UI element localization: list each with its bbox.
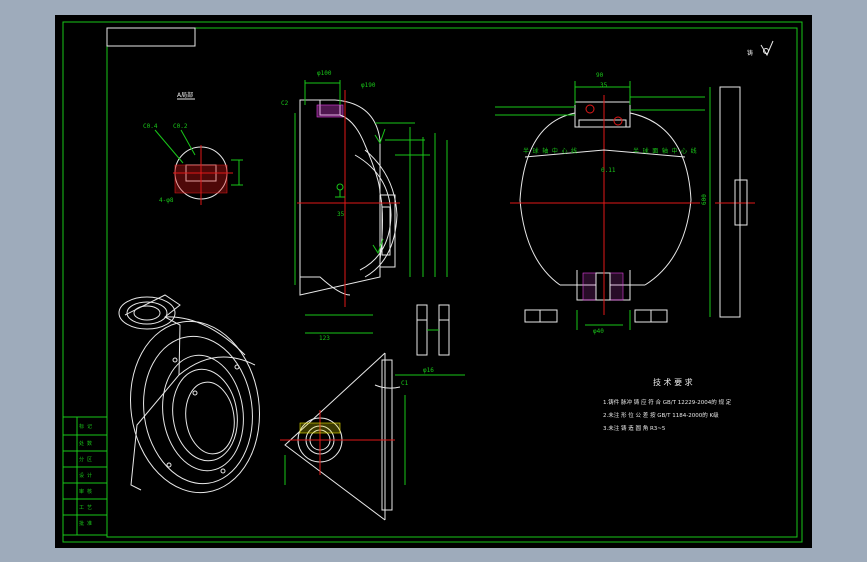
svg-text:设 计: 设 计 <box>79 472 92 479</box>
svg-text:A局部: A局部 <box>177 91 193 99</box>
svg-text:审 核: 审 核 <box>79 488 92 495</box>
svg-text:4-φ8: 4-φ8 <box>159 197 174 204</box>
svg-text:35: 35 <box>337 211 345 218</box>
tech-requirements: 技 术 要 求 1.铸件 脉冲 铸 应 符 合 GB/T 12229-2004的… <box>603 377 732 432</box>
tech-req-item-3: 3.未注 铸 造 圆 角 R3~5 <box>603 424 666 432</box>
svg-text:标 记: 标 记 <box>79 423 92 430</box>
svg-text:0.11: 0.11 <box>601 167 616 174</box>
svg-text:工 艺: 工 艺 <box>79 505 92 511</box>
svg-text:半 球 轴 中 心 线: 半 球 轴 中 心 线 <box>523 147 577 155</box>
svg-text:φ40: φ40 <box>593 328 604 335</box>
section-view: φ100 φ190 35 123 C2 <box>281 70 448 342</box>
side-view-bar: 600 <box>701 86 755 318</box>
svg-text:批 准: 批 准 <box>79 520 92 527</box>
front-view-sphere: 90 35 半 球 轴 中 心 线 半 球 面 轴 中 心 线 0.11 φ40 <box>495 72 705 335</box>
tech-req-item-2: 2.未注 形 位 公 差 按 GB/T 1184-2000的 K级 <box>603 411 719 419</box>
detail-view-a: A局部 C0.4 C0.2 4-φ8 <box>143 91 243 205</box>
tech-req-title: 技 术 要 求 <box>653 377 693 387</box>
top-left-code-box <box>106 27 196 47</box>
section-datum-boxes <box>416 304 450 356</box>
drawing-canvas: 铸 A局部 C0.4 C0.2 4-φ8 φ100 φ190 35 123 C2… <box>62 21 803 543</box>
svg-text:35: 35 <box>600 82 608 89</box>
svg-text:600: 600 <box>701 194 708 205</box>
svg-text:123: 123 <box>319 335 330 342</box>
svg-text:C1: C1 <box>401 380 409 387</box>
isometric-view <box>118 294 260 494</box>
svg-text:C0.4: C0.4 <box>143 123 158 130</box>
svg-text:铸: 铸 <box>747 49 753 57</box>
svg-text:φ190: φ190 <box>361 82 376 89</box>
roughness-symbol: 铸 <box>747 40 774 57</box>
cone-view: C1 φ16 <box>280 352 465 521</box>
svg-text:C2: C2 <box>281 100 289 107</box>
svg-text:φ16: φ16 <box>423 367 434 374</box>
svg-text:分 区: 分 区 <box>79 456 92 463</box>
svg-text:C0.2: C0.2 <box>173 123 188 130</box>
svg-text:半 球 面 轴 中 心 线: 半 球 面 轴 中 心 线 <box>633 147 697 155</box>
tech-req-item-1: 1.铸件 脉冲 铸 应 符 合 GB/T 12229-2004的 规 定 <box>603 398 732 406</box>
title-block: 标 记 处 数 分 区 设 计 审 核 工 艺 批 准 <box>62 416 108 536</box>
svg-text:90: 90 <box>596 72 604 79</box>
cad-viewport[interactable]: 铸 A局部 C0.4 C0.2 4-φ8 φ100 φ190 35 123 C2… <box>55 15 812 548</box>
outer-border <box>62 21 803 543</box>
svg-text:φ100: φ100 <box>317 70 332 77</box>
svg-text:处 数: 处 数 <box>79 440 92 447</box>
